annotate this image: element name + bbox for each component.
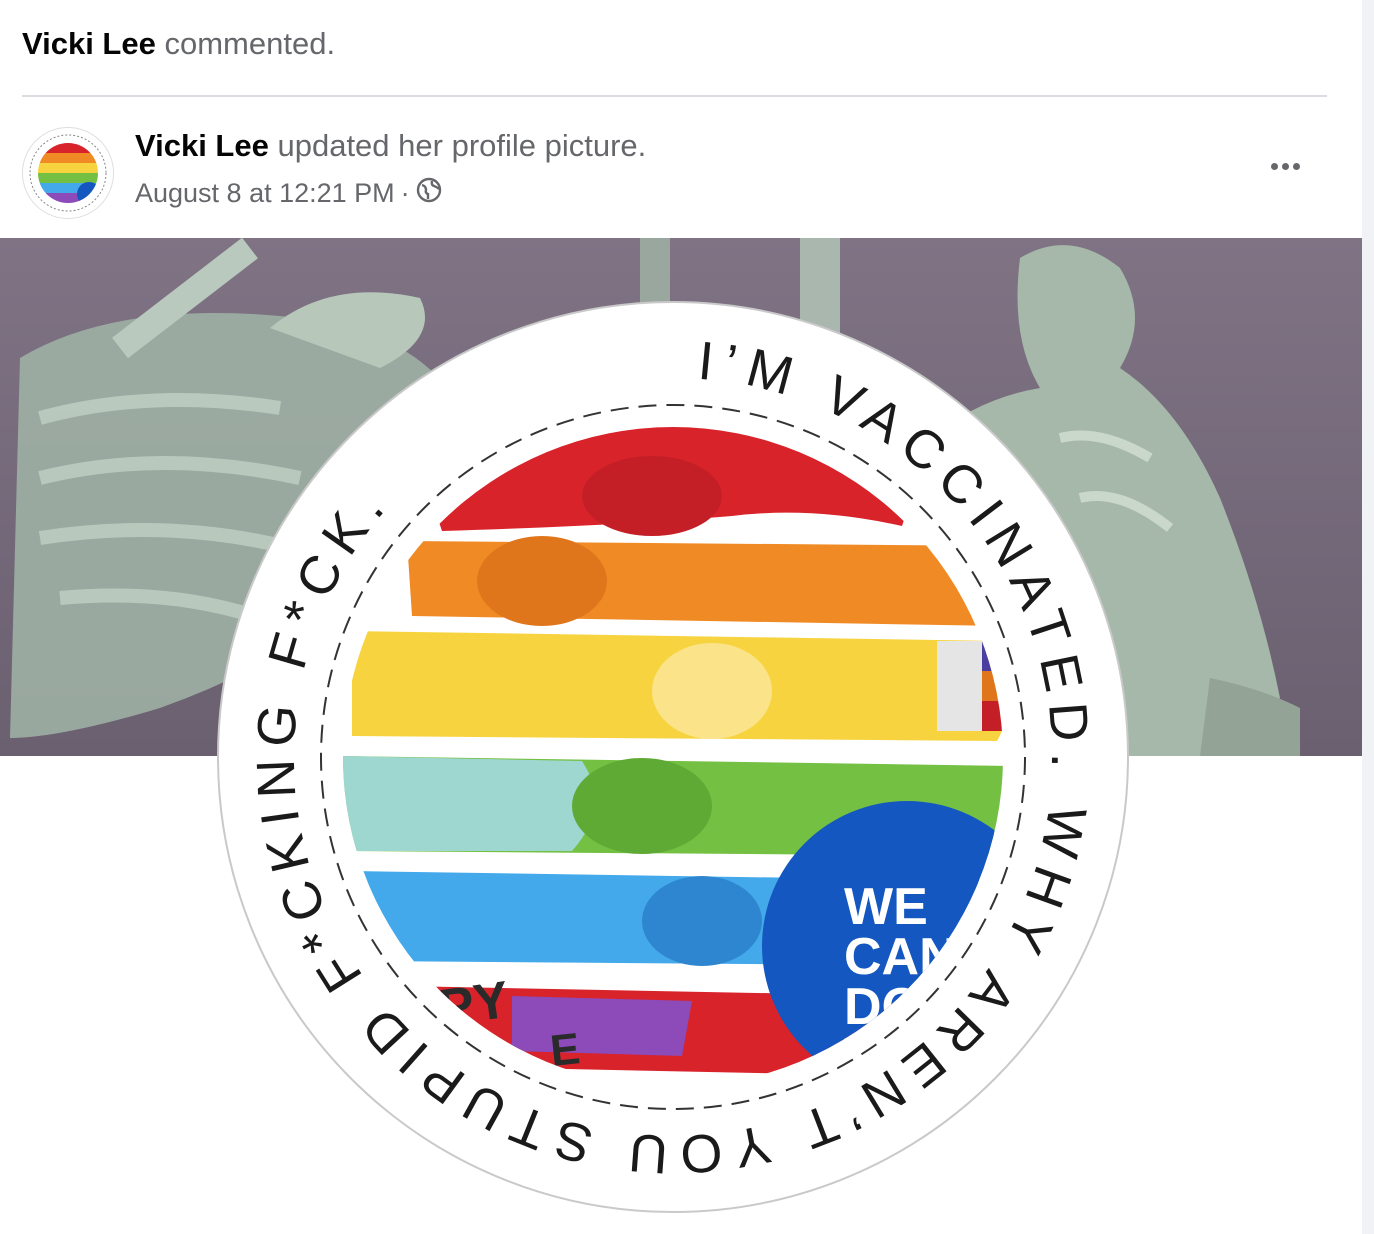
avatar-image (23, 128, 113, 218)
post-action-text: updated her profile picture. (277, 128, 647, 163)
activity-line: Vicki Lee commented. (22, 26, 335, 62)
meta-separator: · (400, 178, 410, 208)
post-timestamp-link[interactable]: August 8 at 12:21 PM (135, 178, 395, 209)
activity-author-link[interactable]: Vicki Lee (22, 26, 156, 61)
more-options-icon[interactable] (1262, 152, 1308, 180)
profile-picture-frame: PY E WE CAN DO T I’M VACCINATED. WHY ARE… (217, 301, 1129, 1213)
globe-icon[interactable] (416, 177, 442, 210)
author-avatar[interactable] (22, 127, 114, 219)
feed-card: Vicki Lee commented. Vicki Lee updated h… (0, 0, 1362, 1234)
post-header: Vicki Lee updated her profile picture. (135, 128, 646, 164)
post-author-link[interactable]: Vicki Lee (135, 128, 269, 163)
activity-action-text: commented. (164, 26, 336, 61)
profile-picture[interactable]: PY E WE CAN DO T I’M VACCINATED. WHY ARE… (212, 296, 1134, 1218)
post-meta: August 8 at 12:21 PM · (135, 177, 442, 210)
divider (22, 95, 1327, 97)
